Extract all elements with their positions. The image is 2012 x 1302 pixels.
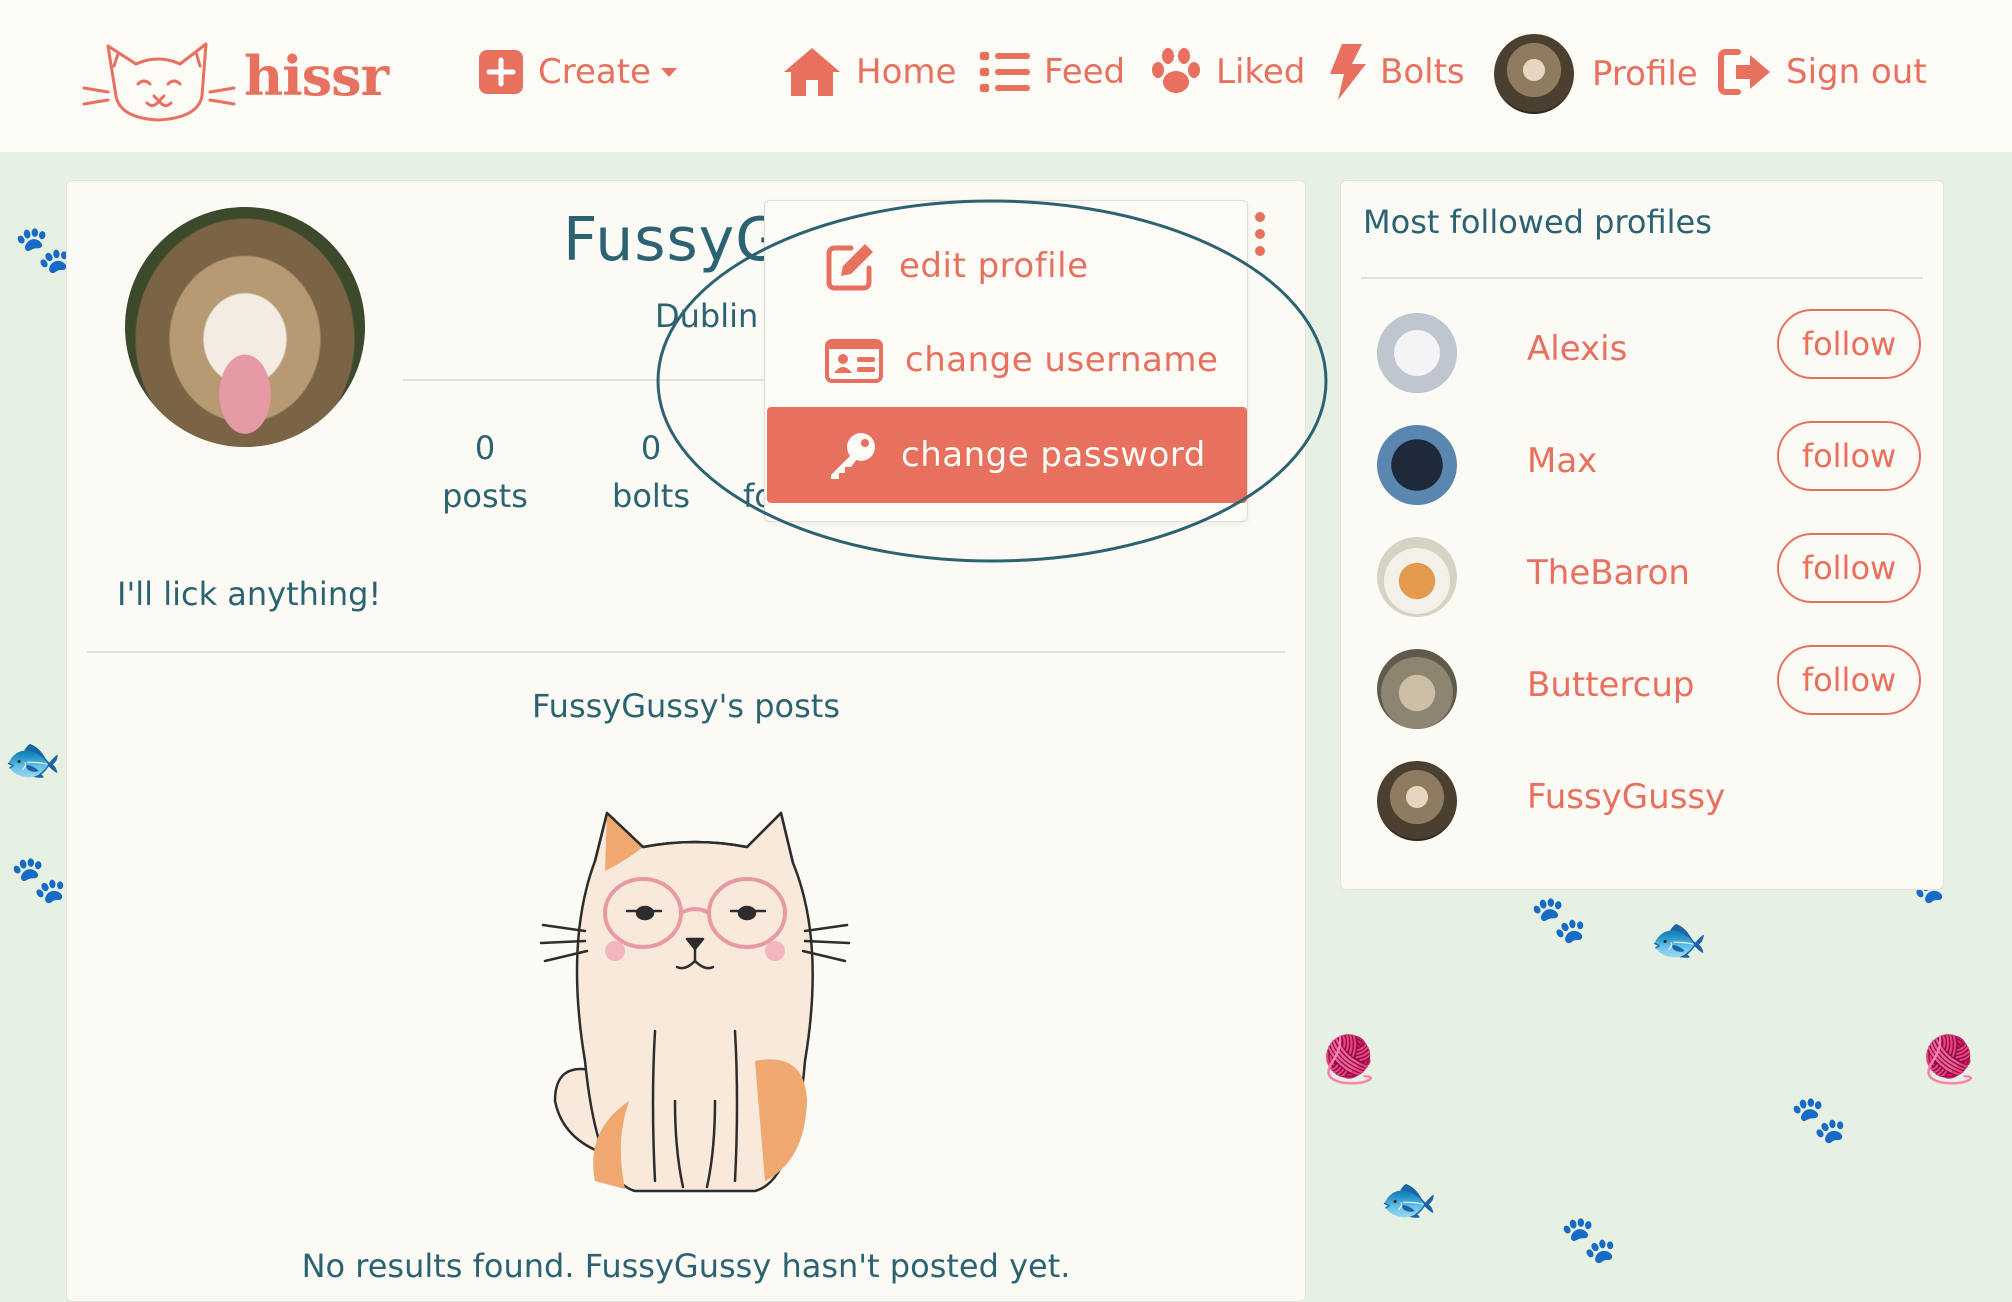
stat-value: 0	[474, 429, 496, 467]
avatar[interactable]	[1377, 649, 1457, 729]
plus-square-icon	[479, 50, 523, 94]
key-icon	[831, 433, 875, 479]
stat-posts: 0 posts	[425, 429, 545, 515]
profile-edit-dropdown: edit profile change username change pass…	[764, 200, 1248, 522]
avatar[interactable]	[1377, 425, 1457, 505]
yarn-icon: 🧶	[1320, 1032, 1378, 1086]
paw-icon: 🐾	[1530, 892, 1588, 946]
sidebar-profile-row: FussyGussy	[1377, 757, 1917, 843]
id-card-icon	[825, 339, 883, 383]
sidebar-profile-name[interactable]: Alexis	[1527, 329, 1627, 369]
list-icon	[980, 52, 1030, 92]
sidebar-profile-name[interactable]: TheBaron	[1527, 553, 1690, 593]
no-results-text: No results found. FussyGussy hasn't post…	[301, 1247, 1071, 1285]
sidebar-profile-row: Max follow	[1377, 421, 1921, 507]
paw-icon	[1152, 48, 1200, 93]
follow-button[interactable]: follow	[1777, 533, 1921, 603]
brand-name: hissr	[244, 44, 389, 108]
most-followed-card: Most followed profiles Alexis follow Max…	[1340, 180, 1944, 890]
nav-home-label: Home	[856, 52, 957, 92]
nav-profile[interactable]: Profile	[1494, 34, 1698, 114]
fish-icon: 🐟	[1650, 912, 1708, 966]
change-password-item[interactable]: change password	[767, 407, 1247, 503]
cat-illustration	[539, 811, 851, 1193]
nav-bolts[interactable]: Bolts	[1328, 42, 1465, 102]
sidebar-profile-name[interactable]: Buttercup	[1527, 665, 1695, 705]
profile-bio: I'll lick anything!	[117, 575, 382, 613]
brand-link[interactable]: hissr	[78, 26, 389, 126]
stat-label: posts	[442, 477, 528, 515]
follow-button[interactable]: follow	[1777, 645, 1921, 715]
sign-out-icon	[1718, 49, 1770, 95]
nav-liked[interactable]: Liked	[1150, 42, 1305, 102]
sidebar-title: Most followed profiles	[1363, 203, 1712, 241]
posts-title: FussyGussy's posts	[532, 687, 840, 725]
edit-profile-item[interactable]: edit profile	[765, 221, 1247, 311]
fish-icon: 🐟	[4, 732, 62, 786]
sidebar-profile-name[interactable]: FussyGussy	[1527, 777, 1725, 817]
avatar[interactable]	[1377, 537, 1457, 617]
sidebar-profile-name[interactable]: Max	[1527, 441, 1597, 481]
change-username-item[interactable]: change username	[765, 315, 1247, 405]
paw-icon: 🐾	[1790, 1092, 1848, 1146]
cat-logo-icon	[82, 42, 236, 122]
create-label: Create	[538, 52, 651, 92]
navbar: hissr Create Home Feed Liked Bolts Profi…	[0, 0, 2012, 152]
fish-icon: 🐟	[1380, 1172, 1438, 1226]
more-options-icon[interactable]	[1248, 212, 1272, 264]
paw-icon: 🐾	[14, 222, 72, 276]
nav-profile-label: Profile	[1592, 54, 1698, 94]
divider	[1361, 277, 1923, 279]
profile-location: Dublin	[655, 297, 759, 335]
divider	[87, 651, 1285, 653]
bolt-icon	[1330, 44, 1366, 100]
create-dropdown[interactable]: Create	[478, 42, 677, 102]
avatar[interactable]	[1377, 761, 1457, 841]
sidebar-profile-row: Alexis follow	[1377, 309, 1921, 395]
nav-liked-label: Liked	[1216, 52, 1306, 92]
nav-signout[interactable]: Sign out	[1718, 42, 1927, 102]
profile-username: FussyG	[563, 205, 783, 275]
dropdown-item-label: change password	[901, 435, 1206, 475]
stat-bolts: 0 bolts	[591, 429, 711, 515]
follow-button[interactable]: follow	[1777, 421, 1921, 491]
profile-avatar	[125, 207, 365, 447]
stat-value: 0	[640, 429, 662, 467]
edit-icon	[826, 244, 873, 291]
nav-home[interactable]: Home	[782, 42, 956, 102]
caret-down-icon	[660, 67, 677, 77]
stat-label: bolts	[612, 477, 690, 515]
sidebar-profile-row: TheBaron follow	[1377, 533, 1921, 619]
nav-signout-label: Sign out	[1786, 52, 1927, 92]
follow-button[interactable]: follow	[1777, 309, 1921, 379]
paw-icon: 🐾	[10, 852, 68, 906]
yarn-icon: 🧶	[1920, 1032, 1978, 1086]
nav-feed[interactable]: Feed	[980, 42, 1125, 102]
dropdown-item-label: change username	[905, 340, 1219, 380]
nav-feed-label: Feed	[1044, 52, 1126, 92]
dropdown-item-label: edit profile	[899, 246, 1089, 286]
paw-icon: 🐾	[1560, 1212, 1618, 1266]
nav-bolts-label: Bolts	[1380, 52, 1465, 92]
home-icon	[784, 48, 840, 96]
avatar	[1494, 34, 1574, 114]
avatar[interactable]	[1377, 313, 1457, 393]
sidebar-profile-row: Buttercup follow	[1377, 645, 1921, 731]
